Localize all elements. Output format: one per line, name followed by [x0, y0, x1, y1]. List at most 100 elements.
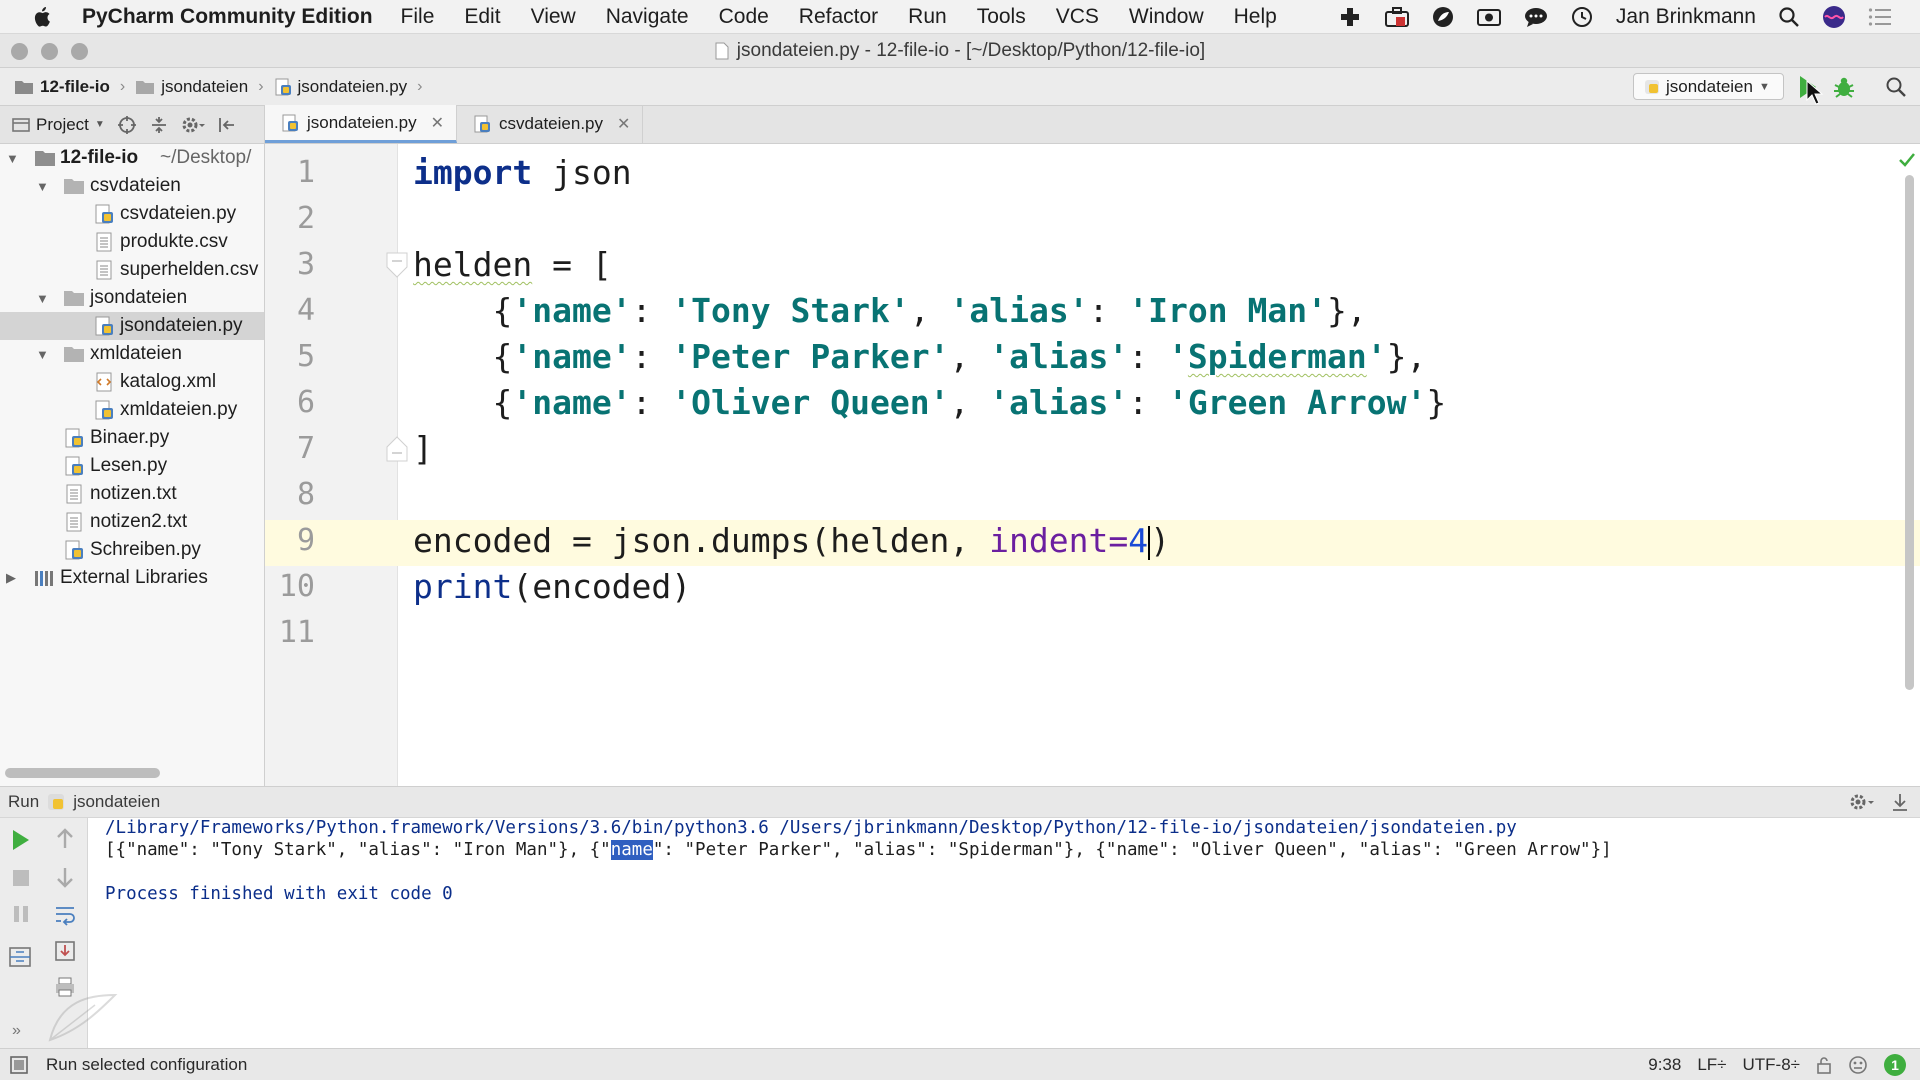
search-everywhere-icon[interactable] [1885, 76, 1907, 98]
menu-window[interactable]: Window [1129, 5, 1204, 29]
leaf-app-icon[interactable] [1432, 6, 1454, 28]
notification-center-icon[interactable] [1868, 7, 1892, 27]
line-number: 6 [296, 385, 315, 420]
tree-item-folder[interactable]: ▼ jsondateien [0, 284, 264, 312]
tree-item-external-libraries[interactable]: ▶ External Libraries [0, 564, 264, 592]
more-chevrons-icon[interactable]: » [12, 1022, 21, 1040]
collapse-all-icon[interactable] [149, 115, 169, 135]
menu-refactor[interactable]: Refactor [799, 5, 878, 29]
scroll-to-end-icon[interactable] [54, 940, 76, 962]
settings-gear-icon[interactable] [181, 115, 205, 135]
inspection-ok-checkmark-icon[interactable] [1898, 152, 1916, 168]
line-number: 5 [296, 339, 315, 374]
tree-item-label: produkte.csv [120, 231, 228, 252]
tree-item-file[interactable]: xmldateien.py [0, 396, 264, 424]
menu-run[interactable]: Run [908, 5, 947, 29]
code-token: : [631, 337, 672, 376]
camera-record-icon[interactable] [1476, 6, 1502, 28]
tree-item-file-selected[interactable]: jsondateien.py [0, 312, 264, 340]
close-tab-icon[interactable]: ✕ [431, 113, 444, 133]
tree-item-label: Schreiben.py [90, 539, 201, 560]
expand-arrow-icon[interactable]: ▶ [6, 570, 16, 586]
breadcrumb-project[interactable]: 12-file-io [14, 77, 110, 97]
menu-navigate[interactable]: Navigate [606, 5, 689, 29]
breadcrumb-file[interactable]: jsondateien.py [274, 77, 407, 97]
caret-position[interactable]: 9:38 [1648, 1055, 1681, 1075]
folder-icon [63, 177, 85, 195]
run-console-output[interactable]: /Library/Frameworks/Python.framework/Ver… [88, 818, 1920, 1048]
expand-arrow-icon[interactable]: ▼ [36, 347, 49, 362]
chat-bubble-icon[interactable] [1524, 6, 1548, 28]
editor-vertical-scrollbar[interactable] [1905, 175, 1914, 690]
menu-help[interactable]: Help [1234, 5, 1277, 29]
file-encoding[interactable]: UTF-8÷ [1743, 1055, 1801, 1075]
briefcase-icon[interactable] [1384, 5, 1410, 29]
menu-vcs[interactable]: VCS [1056, 5, 1099, 29]
folder-icon [63, 289, 85, 307]
menu-view[interactable]: View [531, 5, 576, 29]
tool-window-toggle-icon[interactable] [10, 1056, 28, 1074]
close-tab-icon[interactable]: ✕ [617, 114, 630, 134]
expand-arrow-icon[interactable]: ▼ [36, 291, 49, 306]
menu-edit[interactable]: Edit [464, 5, 500, 29]
navigation-bar: 12-file-io › jsondateien › jsondateien.p… [0, 68, 1920, 106]
tree-item-file[interactable]: csvdateien.py [0, 200, 264, 228]
hide-panel-icon[interactable] [217, 115, 237, 135]
debug-bug-icon[interactable] [1832, 75, 1856, 99]
pause-icon[interactable] [11, 904, 31, 924]
tree-item-file[interactable]: notizen.txt [0, 480, 264, 508]
up-arrow-icon[interactable] [55, 828, 75, 850]
tree-item-file[interactable]: Schreiben.py [0, 536, 264, 564]
spotlight-search-icon[interactable] [1778, 6, 1800, 28]
tree-item-label: notizen.txt [90, 483, 177, 504]
code-token: 'alias' [989, 337, 1129, 376]
document-icon [715, 42, 729, 60]
tree-item-file[interactable]: Lesen.py [0, 452, 264, 480]
menu-code[interactable]: Code [719, 5, 769, 29]
rerun-play-icon[interactable] [10, 828, 32, 852]
tree-item-folder[interactable]: ▼ xmldateien [0, 340, 264, 368]
python-file-icon [274, 78, 292, 96]
locate-target-icon[interactable] [117, 115, 137, 135]
plus-extension-icon[interactable] [1338, 5, 1362, 29]
tree-item-file[interactable]: produkte.csv [0, 228, 264, 256]
code-line-7: ] [413, 426, 433, 472]
line-separator[interactable]: LF÷ [1697, 1055, 1726, 1075]
lock-icon[interactable] [1816, 1056, 1832, 1074]
layout-restore-icon[interactable] [8, 946, 32, 968]
tab-csvdateien[interactable]: csvdateien.py ✕ [457, 105, 644, 143]
status-bar: Run selected configuration 9:38 LF÷ UTF-… [0, 1048, 1920, 1080]
run-configuration-select[interactable]: jsondateien ▼ [1633, 73, 1784, 100]
project-view-selector[interactable]: Project ▼ [12, 115, 105, 135]
tree-item-file[interactable]: notizen2.txt [0, 508, 264, 536]
menu-file[interactable]: File [401, 5, 435, 29]
code-token: 'alias' [989, 383, 1129, 422]
text-file-icon [64, 512, 84, 532]
tree-item-file[interactable]: superhelden.csv [0, 256, 264, 284]
expand-arrow-icon[interactable]: ▼ [36, 179, 49, 194]
fold-marker-icon[interactable] [386, 436, 408, 462]
app-name-menu[interactable]: PyCharm Community Edition [82, 5, 373, 29]
breadcrumb-folder[interactable]: jsondateien [135, 77, 248, 97]
event-log-badge[interactable]: 1 [1884, 1053, 1906, 1076]
tree-item-project-root[interactable]: ▼ 12-file-io ~/Desktop/ [0, 144, 264, 172]
code-editor[interactable] [398, 144, 1920, 786]
time-machine-icon[interactable] [1570, 5, 1594, 29]
settings-gear-icon[interactable] [1848, 792, 1876, 812]
apple-menu-icon[interactable] [0, 6, 82, 28]
soft-wrap-icon[interactable] [54, 904, 76, 926]
inspector-face-icon[interactable] [1848, 1055, 1868, 1075]
siri-icon[interactable] [1822, 5, 1846, 29]
tab-jsondateien[interactable]: jsondateien.py ✕ [265, 105, 458, 143]
tree-item-folder[interactable]: ▼ csvdateien [0, 172, 264, 200]
down-arrow-icon[interactable] [55, 866, 75, 888]
user-name[interactable]: Jan Brinkmann [1616, 5, 1756, 29]
menu-tools[interactable]: Tools [977, 5, 1026, 29]
tree-item-file[interactable]: katalog.xml [0, 368, 264, 396]
expand-arrow-icon[interactable]: ▼ [6, 151, 19, 166]
fold-marker-icon[interactable] [386, 252, 408, 278]
tree-horizontal-scrollbar[interactable] [5, 768, 160, 778]
tree-item-file[interactable]: Binaer.py [0, 424, 264, 452]
hide-panel-icon[interactable] [1890, 792, 1910, 812]
stop-icon[interactable] [11, 868, 31, 888]
